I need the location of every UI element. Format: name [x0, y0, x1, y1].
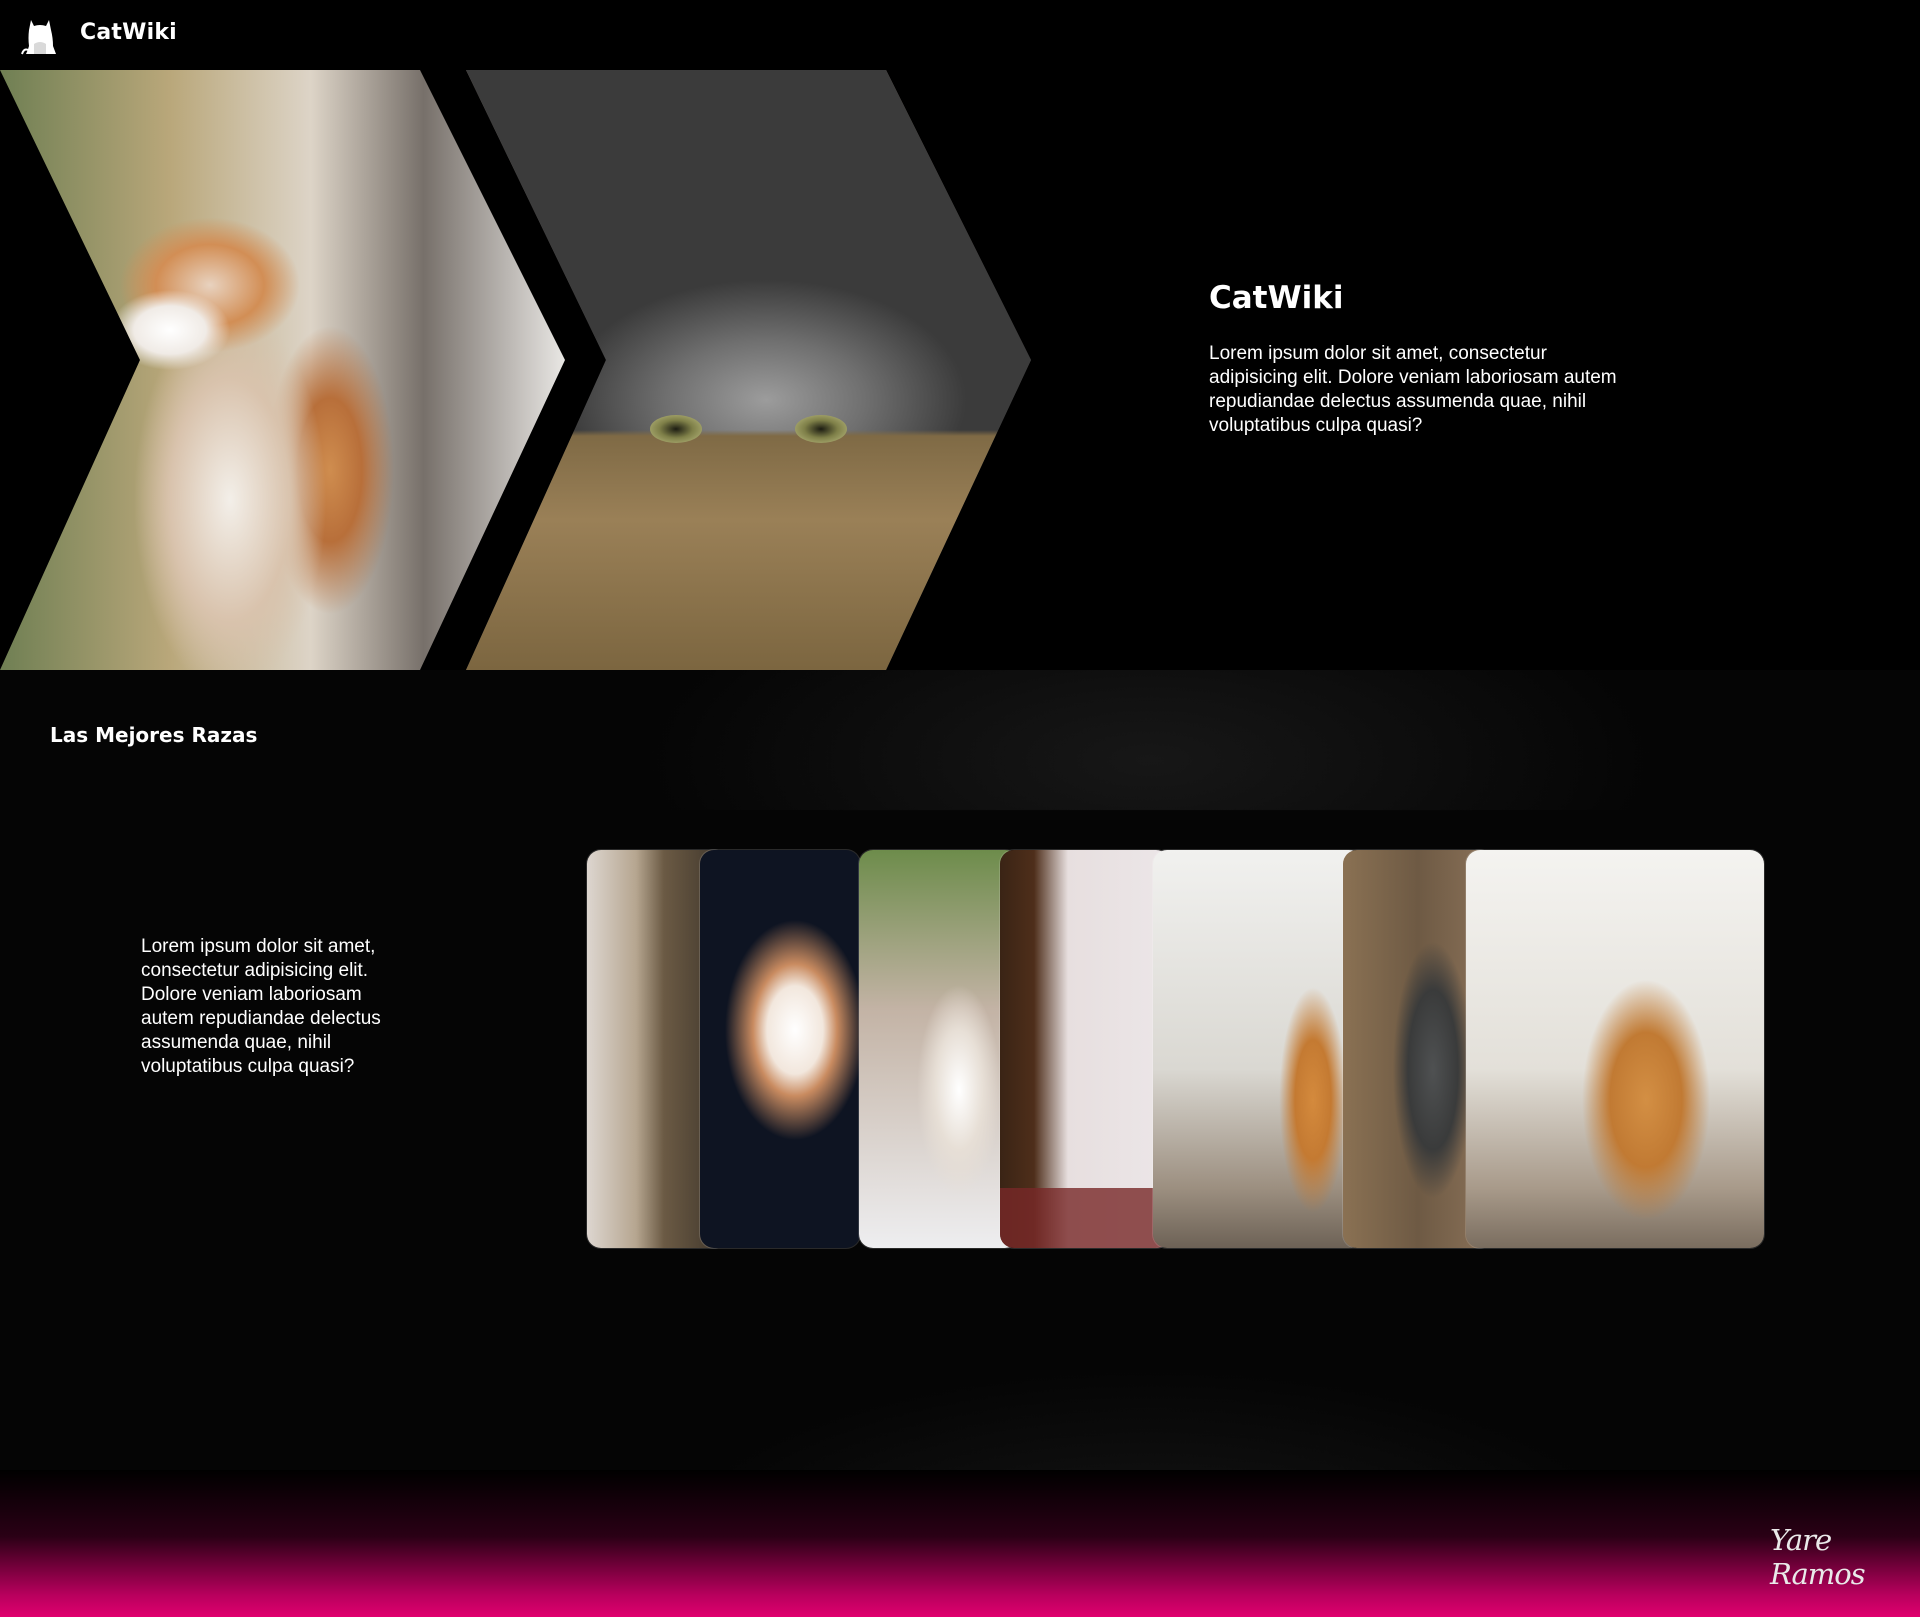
footer — [0, 1470, 1920, 1617]
cat-eye-left — [650, 415, 702, 443]
hero-description: Lorem ipsum dolor sit amet, consectetur … — [1209, 343, 1617, 436]
hero-title: CatWiki — [1209, 280, 1344, 316]
author-signature: Yare Ramos — [1770, 1523, 1866, 1591]
breeds-section-description: Lorem ipsum dolor sit amet, consectetur … — [141, 936, 381, 1077]
breed-card-orange-window[interactable] — [1153, 850, 1363, 1248]
breed-card-orange-white[interactable] — [859, 850, 1019, 1248]
brand-name[interactable]: CatWiki — [80, 20, 177, 45]
header: CatWiki — [0, 0, 1920, 70]
cat-silhouette-icon[interactable] — [20, 14, 60, 56]
breeds-section-title: Las Mejores Razas — [50, 723, 258, 747]
breed-card-peeking[interactable] — [1000, 850, 1170, 1248]
breed-card-white-kitten[interactable] — [700, 850, 860, 1248]
cat-eye-right — [795, 415, 847, 443]
hero-image-kitten — [0, 70, 565, 670]
breed-card-orange-tabby[interactable] — [1466, 850, 1764, 1248]
